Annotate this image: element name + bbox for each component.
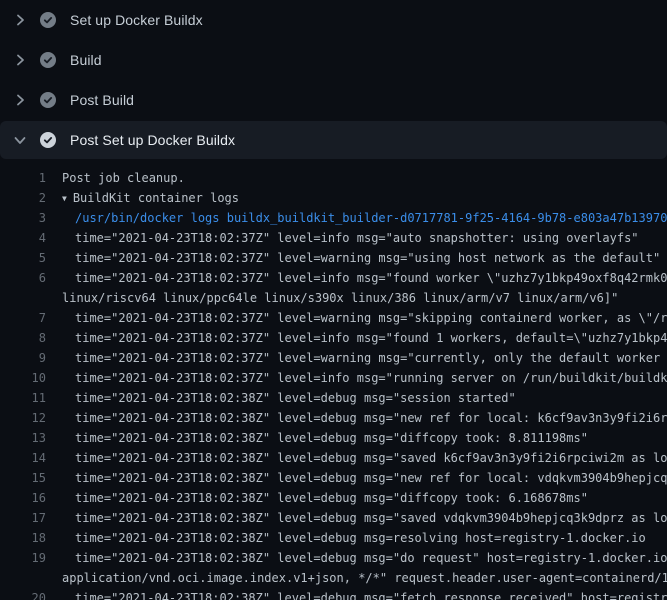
log-line-number[interactable]: 11 [10,388,46,408]
log-line-number[interactable] [10,288,46,308]
log-line: 14 time="2021-04-23T18:02:38Z" level=deb… [0,448,667,468]
log-line-text: time="2021-04-23T18:02:38Z" level=debug … [62,448,667,468]
log-line-text: application/vnd.oci.image.index.v1+json,… [62,568,667,588]
log-line-number[interactable]: 16 [10,488,46,508]
log-line: 6 time="2021-04-23T18:02:37Z" level=info… [0,268,667,288]
log-line-text: time="2021-04-23T18:02:37Z" level=warnin… [62,348,667,368]
log-line-text: time="2021-04-23T18:02:38Z" level=debug … [62,408,667,428]
log-line: 1 Post job cleanup. [0,168,667,188]
log-line-number[interactable]: 3 [10,208,46,228]
log-line-number[interactable] [10,568,46,588]
log-line-text: ▼BuildKit container logs [62,188,239,208]
log-line-text: time="2021-04-23T18:02:38Z" level=debug … [62,548,667,568]
log-line-text: time="2021-04-23T18:02:37Z" level=info m… [62,368,667,388]
log-line: 11 time="2021-04-23T18:02:38Z" level=deb… [0,388,667,408]
log-line: 13 time="2021-04-23T18:02:38Z" level=deb… [0,428,667,448]
log-line-text: /usr/bin/docker logs buildx_buildkit_bui… [62,208,667,228]
step-header-build[interactable]: Build [0,40,667,80]
check-circle-icon [40,52,56,68]
log-line-number[interactable]: 6 [10,268,46,288]
log-line-text: time="2021-04-23T18:02:38Z" level=debug … [62,528,646,548]
check-circle-icon [40,92,56,108]
log-line: 10 time="2021-04-23T18:02:37Z" level=inf… [0,368,667,388]
log-line-number[interactable]: 19 [10,548,46,568]
log-line: 7 time="2021-04-23T18:02:37Z" level=warn… [0,308,667,328]
log-line: 20 time="2021-04-23T18:02:38Z" level=deb… [0,588,667,600]
log-line: linux/riscv64 linux/ppc64le linux/s390x … [0,288,667,308]
check-circle-icon [40,132,56,148]
log-line-text: time="2021-04-23T18:02:38Z" level=debug … [62,508,667,528]
actions-log-viewer: Set up Docker Buildx Build Post Build [0,0,667,600]
log-line: 3 /usr/bin/docker logs buildx_buildkit_b… [0,208,667,228]
log-line-number[interactable]: 9 [10,348,46,368]
log-line-number[interactable]: 7 [10,308,46,328]
log-line-number[interactable]: 20 [10,588,46,600]
log-line-text: time="2021-04-23T18:02:37Z" level=warnin… [62,308,667,328]
chevron-right-icon [12,52,28,68]
log-line-text: time="2021-04-23T18:02:38Z" level=debug … [62,488,588,508]
log-line: 12 time="2021-04-23T18:02:38Z" level=deb… [0,408,667,428]
log-line: 9 time="2021-04-23T18:02:37Z" level=warn… [0,348,667,368]
log-line-number[interactable]: 12 [10,408,46,428]
step-header-post-set-up-docker-buildx[interactable]: Post Set up Docker Buildx [0,121,667,159]
log-line-number[interactable]: 8 [10,328,46,348]
log-line: 5 time="2021-04-23T18:02:37Z" level=warn… [0,248,667,268]
log-line-text: time="2021-04-23T18:02:38Z" level=debug … [62,388,516,408]
log-line: 18 time="2021-04-23T18:02:38Z" level=deb… [0,528,667,548]
log-line: 4 time="2021-04-23T18:02:37Z" level=info… [0,228,667,248]
chevron-down-icon [12,132,28,148]
log-line-number[interactable]: 10 [10,368,46,388]
log-line-text: time="2021-04-23T18:02:38Z" level=debug … [62,468,667,488]
log-line-number[interactable]: 14 [10,448,46,468]
step-label: Build [70,52,102,68]
log-line-number[interactable]: 4 [10,228,46,248]
log-line-number[interactable]: 17 [10,508,46,528]
log-line-text: time="2021-04-23T18:02:38Z" level=debug … [62,588,667,600]
log-line-number[interactable]: 13 [10,428,46,448]
log-line-text: time="2021-04-23T18:02:37Z" level=info m… [62,268,667,288]
log-line-text: time="2021-04-23T18:02:37Z" level=info m… [62,328,667,348]
log-line: 2 ▼BuildKit container logs [0,188,667,208]
group-toggle-caret-icon[interactable]: ▼ [62,194,67,203]
log-line: 19 time="2021-04-23T18:02:38Z" level=deb… [0,548,667,568]
step-label: Set up Docker Buildx [70,12,203,28]
log-line-text: time="2021-04-23T18:02:37Z" level=info m… [62,228,639,248]
log-line: 15 time="2021-04-23T18:02:38Z" level=deb… [0,468,667,488]
log-line-text: time="2021-04-23T18:02:38Z" level=debug … [62,428,588,448]
log-line: application/vnd.oci.image.index.v1+json,… [0,568,667,588]
step-list: Set up Docker Buildx Build Post Build [0,0,667,159]
log-line: 17 time="2021-04-23T18:02:38Z" level=deb… [0,508,667,528]
step-label: Post Set up Docker Buildx [70,132,235,148]
check-circle-icon [40,12,56,28]
log-viewer: 1 Post job cleanup. 2 ▼BuildKit containe… [0,159,667,600]
step-label: Post Build [70,92,134,108]
step-header-post-build[interactable]: Post Build [0,80,667,120]
log-line-number[interactable]: 5 [10,248,46,268]
log-line-number[interactable]: 18 [10,528,46,548]
step-header-set-up-docker-buildx[interactable]: Set up Docker Buildx [0,0,667,40]
log-line: 16 time="2021-04-23T18:02:38Z" level=deb… [0,488,667,508]
log-line-number[interactable]: 15 [10,468,46,488]
chevron-right-icon [12,92,28,108]
log-line-text: time="2021-04-23T18:02:37Z" level=warnin… [62,248,660,268]
log-line-text: linux/riscv64 linux/ppc64le linux/s390x … [62,288,618,308]
chevron-right-icon [12,12,28,28]
log-line: 8 time="2021-04-23T18:02:37Z" level=info… [0,328,667,348]
log-line-number[interactable]: 2 [10,188,46,208]
log-line-number[interactable]: 1 [10,168,46,188]
log-line-text: Post job cleanup. [62,168,185,188]
